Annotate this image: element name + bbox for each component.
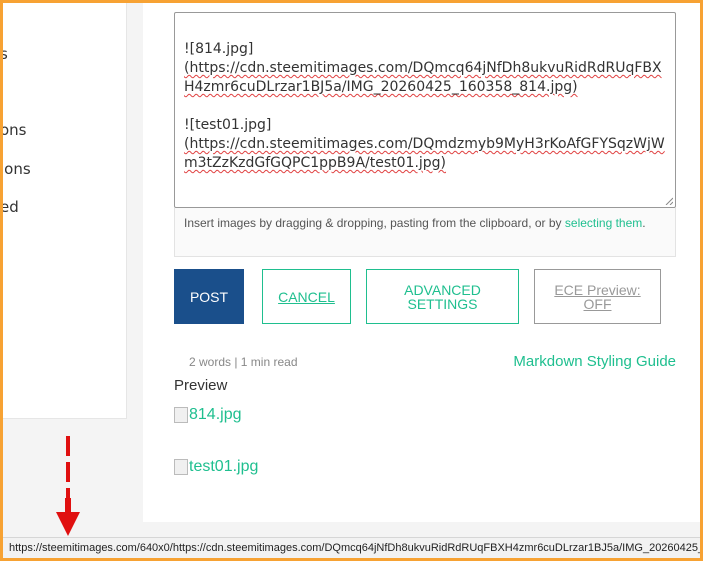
markdown-styling-guide-link[interactable]: Markdown Styling Guide [513, 353, 676, 370]
post-body-textarea[interactable]: ![814.jpg] (https://cdn.steemitimages.co… [174, 12, 676, 208]
preview-image-814[interactable]: 814.jpg [174, 406, 242, 424]
word-count: 2 words | 1 min read [189, 355, 298, 369]
image-upload-hint: Insert images by dragging & dropping, pa… [174, 208, 676, 257]
sidebar-item-1[interactable]: s [0, 45, 8, 63]
editor-line-4: ![test01.jpg] [184, 117, 272, 133]
preview-image-alt: 814.jpg [189, 406, 242, 423]
editor-line-2: (https://cdn.steemitimages.com/DQmcq64jN… [184, 60, 662, 95]
hint-end: . [642, 216, 646, 230]
broken-image-icon [174, 459, 188, 475]
resize-handle-icon[interactable] [665, 197, 673, 205]
sidebar: s ons ions ed [0, 0, 127, 419]
post-button[interactable]: POST [174, 269, 244, 324]
advanced-settings-button[interactable]: ADVANCED SETTINGS [366, 269, 519, 324]
red-arrow-annotation-icon [56, 436, 80, 536]
select-images-link[interactable]: selecting them [565, 216, 642, 230]
cancel-button[interactable]: CANCEL [262, 269, 351, 324]
status-bar-url: https://steemitimages.com/640x0/https://… [3, 537, 700, 558]
preview-image-alt: test01.jpg [189, 458, 259, 475]
sidebar-item-4[interactable]: ed [0, 198, 19, 216]
preview-title: Preview [174, 377, 228, 394]
sidebar-item-3[interactable]: ions [0, 160, 31, 178]
sidebar-item-2[interactable]: ons [0, 121, 27, 139]
editor-line-1: ![814.jpg] [184, 41, 254, 57]
editor-line-5: (https://cdn.steemitimages.com/DQmdzmyb9… [184, 136, 665, 171]
ece-preview-toggle-button[interactable]: ECE Preview: OFF [534, 269, 661, 324]
preview-image-test01[interactable]: test01.jpg [174, 458, 258, 476]
hint-text: Insert images by dragging & dropping, pa… [184, 216, 565, 230]
broken-image-icon [174, 407, 188, 423]
